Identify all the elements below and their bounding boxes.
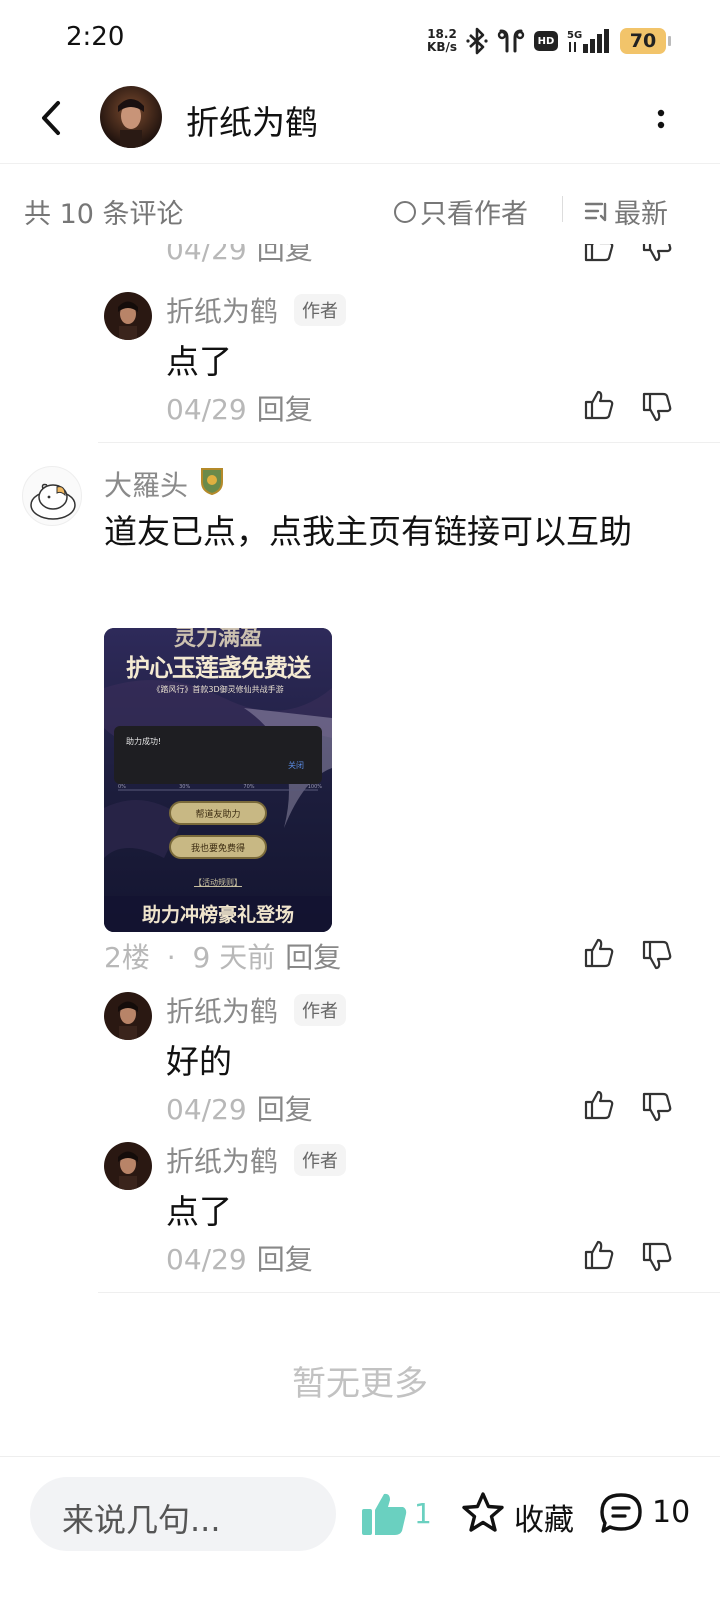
divider — [562, 196, 563, 222]
dislike-icon[interactable] — [640, 390, 674, 424]
like-icon[interactable] — [582, 244, 616, 264]
sort-icon — [584, 202, 607, 221]
dislike-icon[interactable] — [640, 1240, 674, 1274]
hd-badge: HD — [534, 31, 558, 51]
avatar[interactable] — [104, 292, 152, 340]
comment-count-label: 共 10 条评论 — [24, 199, 184, 230]
author-badge: 作者 — [294, 1144, 346, 1176]
image-help-button: 帮道友助力 — [195, 810, 241, 820]
no-more-label: 暂无更多 — [292, 1364, 428, 1404]
comment-bubble-icon[interactable] — [598, 1491, 644, 1535]
clipped-reply-meta: 04/29 回复 — [0, 244, 720, 272]
star-icon[interactable] — [460, 1491, 506, 1535]
divider — [98, 442, 720, 443]
avatar[interactable] — [22, 466, 82, 526]
avatar[interactable] — [104, 992, 152, 1040]
comment-text: 好的 — [166, 1042, 232, 1081]
net-speed: 18.2 KB/s — [427, 27, 457, 54]
signal-icon: 5G — [567, 29, 609, 53]
sort-button[interactable]: 最新 — [584, 192, 668, 231]
commenter-name[interactable]: 折纸为鹤 — [166, 290, 278, 330]
bottom-action-bar: 来说几句... 1 收藏 10 — [0, 1456, 720, 1602]
avatar[interactable] — [104, 1142, 152, 1190]
image-rules-link: 【活动规则】 — [194, 878, 242, 887]
image-subline: 《踏风行》首款3D御灵修仙共战手游 — [152, 685, 284, 694]
status-icons: 18.2 KB/s HD 5G 70 — [427, 24, 671, 58]
comment-meta: 2楼 · 9 天前 回复 — [104, 941, 342, 974]
image-progress-labels: 0% 30% 70% 100% — [118, 784, 322, 790]
comment-text: 点了 — [166, 342, 232, 381]
comment-text: 点了 — [166, 1192, 232, 1231]
reply-button[interactable]: 回复 — [257, 1093, 313, 1126]
reply-button[interactable]: 回复 — [285, 941, 341, 974]
svg-text:5G: 5G — [567, 30, 582, 41]
bluetooth-icon — [466, 27, 488, 55]
comment-count: 10 — [652, 1495, 691, 1530]
status-time: 2:20 — [66, 22, 125, 52]
commenter-name[interactable]: 折纸为鹤 — [166, 1140, 278, 1180]
commenter-name[interactable]: 大羅头 — [104, 464, 188, 504]
status-bar: 2:20 18.2 KB/s HD 5G 70 — [0, 0, 720, 80]
author-badge: 作者 — [294, 294, 346, 326]
author-avatar[interactable] — [100, 86, 162, 148]
like-icon[interactable] — [582, 388, 616, 422]
comment-meta: 04/29 回复 — [166, 393, 313, 426]
favorite-label[interactable]: 收藏 — [514, 1495, 574, 1539]
like-count: 1 — [414, 1497, 432, 1530]
dislike-icon[interactable] — [640, 244, 674, 264]
page-title: 折纸为鹤 — [186, 103, 318, 142]
only-author-toggle[interactable]: 只看作者 — [394, 192, 528, 231]
comment-input[interactable]: 来说几句... — [30, 1477, 336, 1551]
commenter-name[interactable]: 折纸为鹤 — [166, 990, 278, 1030]
image-footer: 助力冲榜豪礼登场 — [141, 904, 294, 926]
comment-meta: 04/29 回复 — [166, 1093, 313, 1126]
comment-text: 道友已点，点我主页有链接可以互助 — [104, 512, 632, 551]
comment-toolbar: 共 10 条评论 只看作者 最新 — [0, 164, 720, 244]
like-icon[interactable] — [582, 1238, 616, 1272]
earbuds-icon — [497, 29, 525, 53]
comment-meta: 04/29 回复 — [166, 1243, 313, 1276]
battery-indicator: 70 — [620, 28, 671, 54]
level-badge-icon — [201, 468, 223, 496]
top-header: 折纸为鹤 — [0, 80, 720, 164]
author-badge: 作者 — [294, 994, 346, 1026]
more-options-icon[interactable] — [654, 106, 668, 132]
image-dialog-text: 助力成功! — [126, 737, 162, 746]
comment-image[interactable]: 灵力满盈 护心玉莲盏免费送 《踏风行》首款3D御灵修仙共战手游 助力成功! 关闭… — [104, 628, 332, 932]
radio-circle-icon — [394, 200, 416, 223]
image-free-button: 我也要免费得 — [190, 844, 245, 854]
like-icon[interactable] — [582, 936, 616, 970]
thumbs-up-icon[interactable] — [360, 1491, 408, 1537]
dislike-icon[interactable] — [640, 1090, 674, 1124]
image-dialog-button: 关闭 — [288, 761, 304, 770]
divider — [98, 1292, 720, 1293]
dislike-icon[interactable] — [640, 938, 674, 972]
image-headline: 护心玉莲盏免费送 — [126, 653, 311, 682]
reply-button[interactable]: 回复 — [257, 393, 313, 426]
reply-button[interactable]: 回复 — [257, 1243, 313, 1276]
like-icon[interactable] — [582, 1088, 616, 1122]
back-arrow-icon[interactable] — [32, 98, 72, 138]
